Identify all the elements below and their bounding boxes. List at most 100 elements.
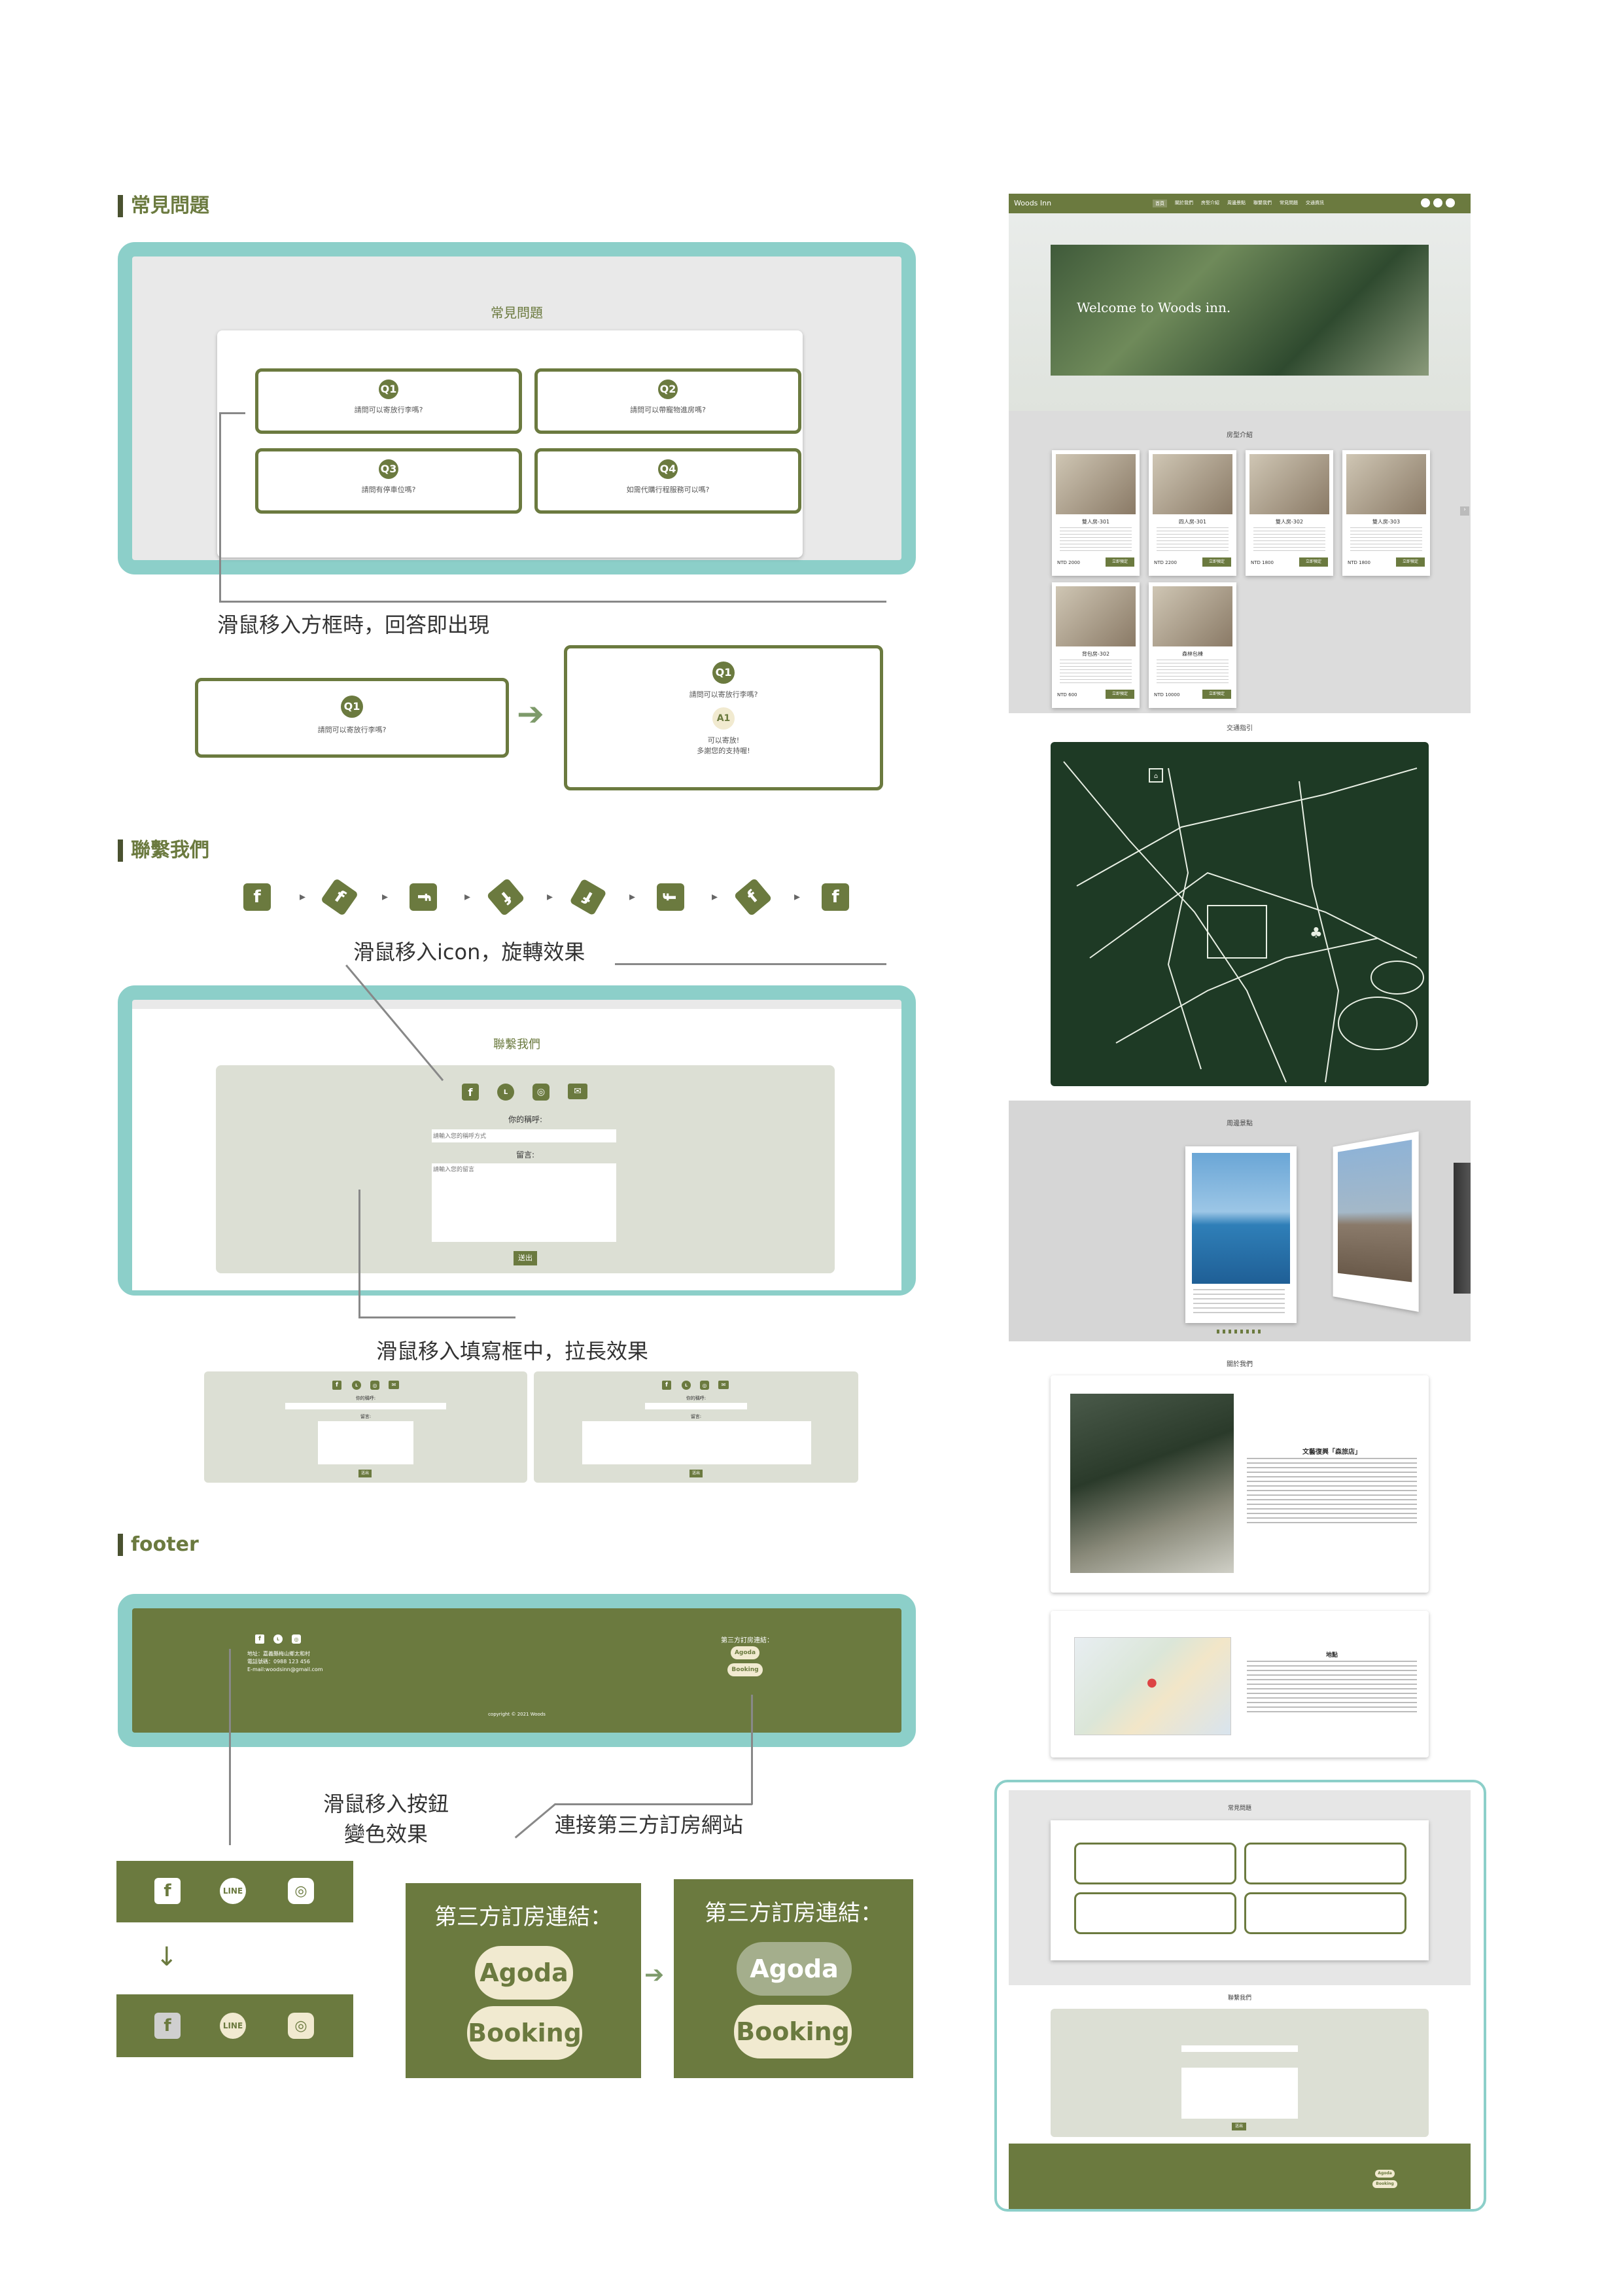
- faq-demo-after[interactable]: Q1 請問可以寄放行李嗎? A1 可以寄放! 多謝您的支持喔!: [564, 645, 883, 790]
- gallery-dots[interactable]: [1217, 1330, 1263, 1333]
- nav-item-rooms[interactable]: 房型介紹: [1201, 200, 1219, 207]
- room-card[interactable]: 雙人房-301 NTD 2000 立即預定: [1052, 450, 1140, 576]
- mini-faq-q4[interactable]: [1244, 1892, 1406, 1934]
- facebook-icon[interactable]: f: [154, 1878, 181, 1904]
- instagram-icon[interactable]: ◎: [532, 1084, 550, 1101]
- mini-footer: Agoda Booking: [1009, 2144, 1471, 2209]
- address-line2: 電話號碼：0988 123 456: [247, 1659, 310, 1665]
- booking-button[interactable]: Booking: [467, 2006, 582, 2060]
- facebook-icon: f: [569, 878, 607, 916]
- location-text: [1247, 1661, 1417, 1713]
- gallery-card-side[interactable]: [1333, 1131, 1419, 1312]
- nav-item-contact[interactable]: 聯繫我們: [1253, 200, 1272, 207]
- name-label: 你的稱呼:: [686, 1396, 707, 1401]
- facebook-icon[interactable]: [1421, 198, 1430, 207]
- rooms-title: 房型介紹: [1227, 432, 1253, 439]
- faq-question-2[interactable]: Q2 請問可以帶寵物進房嗎?: [534, 368, 801, 434]
- mail-icon[interactable]: ✉: [568, 1084, 587, 1099]
- map-pin-icon: ●: [1147, 1676, 1157, 1689]
- instagram-icon[interactable]: ◎: [288, 1878, 314, 1904]
- room-desc: [1060, 660, 1132, 683]
- nav-item-home[interactable]: 首頁: [1153, 200, 1167, 207]
- mini-agoda-button[interactable]: Agoda: [1375, 2170, 1395, 2178]
- nav-item-traffic[interactable]: 交通資訊: [1306, 200, 1324, 207]
- mini-faq-q3[interactable]: [1074, 1892, 1236, 1934]
- footer-link-caption: 連接第三方訂房網站: [555, 1812, 744, 1837]
- line-icon[interactable]: L: [273, 1634, 283, 1644]
- mini-message-textarea[interactable]: [1181, 2068, 1298, 2119]
- faq-card: Q1 請問可以寄放行李嗎? Q2 請問可以帶寵物進房嗎? Q3 請問有停車位嗎?…: [217, 330, 803, 557]
- facebook-icon[interactable]: f: [154, 2013, 181, 2039]
- arrow-icon: ▸: [712, 890, 718, 904]
- q2-text: 請問可以帶寵物進房嗎?: [630, 406, 706, 414]
- room-card[interactable]: 雙人房-303 NTD 1800 立即預定: [1342, 450, 1430, 576]
- third-party-big-label: 第三方訂房連結：: [705, 1900, 882, 1926]
- mini-faq-q2[interactable]: [1244, 1843, 1406, 1884]
- instagram-icon[interactable]: ◎: [292, 1634, 301, 1644]
- faq-question-1[interactable]: Q1 請問可以寄放行李嗎?: [255, 368, 522, 434]
- line-icon[interactable]: LINE: [220, 2013, 246, 2039]
- gallery-card-main[interactable]: [1185, 1146, 1297, 1323]
- line-icon[interactable]: LINE: [220, 1878, 246, 1904]
- message-textarea[interactable]: [582, 1421, 811, 1464]
- facebook-icon[interactable]: f: [255, 1634, 264, 1644]
- mini-faq-q1[interactable]: [1074, 1843, 1236, 1884]
- q1-text: 請問可以寄放行李嗎?: [354, 406, 423, 414]
- room-book-button[interactable]: 立即預定: [1106, 690, 1134, 699]
- instagram-icon[interactable]: ◎: [288, 2013, 314, 2039]
- nav-item-about[interactable]: 關於我們: [1175, 200, 1193, 207]
- line-icon[interactable]: [1433, 198, 1442, 207]
- location-map[interactable]: ●: [1074, 1637, 1231, 1735]
- room-name: 背包房-302: [1081, 651, 1110, 657]
- agoda-button[interactable]: Agoda: [731, 1646, 759, 1659]
- footer-hover-caption-2: 變色效果: [343, 1822, 428, 1846]
- facebook-icon: f: [332, 1381, 341, 1390]
- facebook-icon[interactable]: f: [462, 1084, 479, 1101]
- submit-button[interactable]: 送出: [689, 1470, 703, 1477]
- room-name: 雙人房-301: [1081, 519, 1110, 525]
- line-icon[interactable]: L: [497, 1084, 514, 1101]
- faq-question-3[interactable]: Q3 請問有停車位嗎?: [255, 448, 522, 514]
- booking-button[interactable]: Booking: [734, 2005, 852, 2058]
- footer-icons-before: f LINE ◎: [116, 1861, 353, 1922]
- agoda-button[interactable]: Agoda: [475, 1946, 573, 2000]
- room-price: NTD 10000: [1154, 692, 1180, 698]
- nav-item-faq[interactable]: 常見問題: [1280, 200, 1298, 207]
- demo-q1-badge: Q1: [341, 696, 363, 718]
- chevron-right-icon[interactable]: ›: [1460, 506, 1469, 516]
- room-book-button[interactable]: 立即預定: [1396, 557, 1425, 567]
- room-book-button[interactable]: 立即預定: [1202, 557, 1231, 567]
- name-input[interactable]: [432, 1129, 616, 1142]
- footer-icons-after: f LINE ◎: [116, 1994, 353, 2057]
- message-textarea[interactable]: [432, 1163, 616, 1242]
- name-input[interactable]: [645, 1403, 747, 1409]
- faq-demo-before[interactable]: Q1 請問可以寄放行李嗎?: [195, 678, 509, 758]
- third-party-demo-before: 第三方訂房連結： Agoda Booking: [406, 1883, 641, 2078]
- connector-line: [219, 412, 221, 601]
- booking-button[interactable]: Booking: [727, 1663, 763, 1676]
- room-card[interactable]: 背包房-302 NTD 600 立即預定: [1052, 582, 1140, 708]
- site-logo[interactable]: Woods Inn: [1014, 199, 1051, 207]
- nav-item-spots[interactable]: 周邊景點: [1227, 200, 1246, 207]
- room-card[interactable]: 雙人房-302 NTD 1800 立即預定: [1246, 450, 1333, 576]
- room-book-button[interactable]: 立即預定: [1106, 557, 1134, 567]
- submit-button[interactable]: 送出: [514, 1251, 537, 1265]
- agoda-button-hover[interactable]: Agoda: [737, 1942, 852, 1996]
- faq-question-4[interactable]: Q4 如需代購行程服務可以嗎?: [534, 448, 801, 514]
- mini-name-input[interactable]: [1181, 2045, 1298, 2052]
- mini-booking-button[interactable]: Booking: [1372, 2180, 1397, 2188]
- room-book-button[interactable]: 立即預定: [1299, 557, 1328, 567]
- footer-frame: f L ◎ 地址：嘉義縣梅山鄉太和村 電話號碼：0988 123 456 E-m…: [118, 1594, 916, 1747]
- address-line3: E-mail:woodsinn@gmail.com: [247, 1667, 323, 1672]
- submit-button[interactable]: 送出: [358, 1470, 372, 1477]
- mini-contact-card: 送出: [1051, 2009, 1429, 2137]
- mini-submit-button[interactable]: 送出: [1232, 2123, 1246, 2130]
- message-textarea[interactable]: [318, 1421, 413, 1464]
- name-input[interactable]: [285, 1403, 446, 1409]
- room-card[interactable]: 森林包棟 NTD 10000 立即預定: [1149, 582, 1236, 708]
- instagram-icon[interactable]: [1446, 198, 1455, 207]
- room-book-button[interactable]: 立即預定: [1202, 690, 1231, 699]
- room-photo: [1153, 454, 1232, 514]
- footer-hover-caption-1: 滑鼠移入按鈕: [323, 1792, 449, 1816]
- room-card[interactable]: 四人房-301 NTD 2200 立即預定: [1149, 450, 1236, 576]
